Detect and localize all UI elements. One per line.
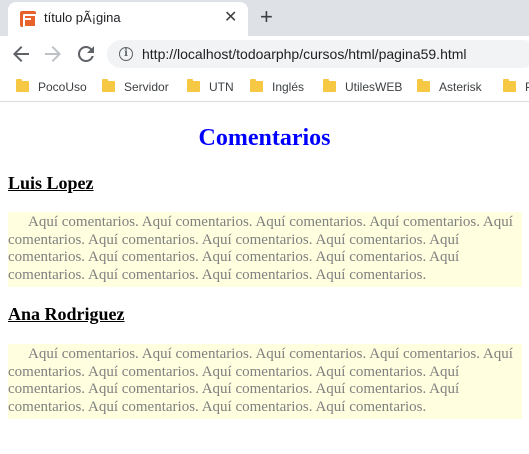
folder-icon (417, 79, 430, 92)
browser-toolbar: i http://localhost/todoarphp/cursos/html… (0, 36, 529, 72)
bookmark-servidor[interactable]: Servidor (102, 79, 169, 95)
arrow-left-icon[interactable] (9, 42, 33, 66)
reload-icon[interactable] (74, 42, 98, 66)
bookmark-label: PocoUso (38, 80, 87, 94)
bookmark-label: UtilesWEB (345, 80, 403, 94)
folder-icon (16, 79, 29, 92)
folder-icon (323, 79, 336, 92)
comment-author: Luis Lopez (8, 173, 94, 193)
page-title: Comentarios (198, 125, 331, 151)
bookmark-label: Pe (525, 80, 529, 94)
page-content: Comentarios Luis Lopez Aquí comentarios.… (0, 103, 529, 454)
browser-tab[interactable]: título pÃ¡gina ✕ (8, 2, 248, 36)
url-text[interactable]: http://localhost/todoarphp/cursos/html/p… (142, 46, 467, 62)
bookmark-utilesweb[interactable]: UtilesWEB (323, 79, 402, 95)
folder-icon (187, 79, 200, 92)
info-icon[interactable]: i (119, 47, 133, 61)
folder-icon (503, 79, 516, 92)
bookmark-pocouso[interactable]: PocoUso (16, 79, 87, 95)
bookmark-utn[interactable]: UTN (187, 79, 234, 95)
new-tab-button[interactable]: + (260, 5, 273, 29)
xampp-favicon-icon (20, 11, 37, 28)
bookmark-ingles[interactable]: Inglés (250, 79, 304, 95)
bookmark-pe[interactable]: Pe (503, 79, 529, 95)
bookmark-label: Asterisk (439, 80, 482, 94)
bookmark-label: Servidor (124, 80, 169, 94)
bookmark-asterisk[interactable]: Asterisk (417, 79, 482, 95)
bookmark-label: UTN (209, 80, 234, 94)
bookmarks-bar: PocoUso Servidor UTN Inglés UtilesWEB As… (0, 72, 529, 102)
arrow-right-icon[interactable] (41, 42, 65, 66)
comment-text: Aquí comentarios. Aquí comentarios. Aquí… (8, 344, 522, 419)
address-bar[interactable]: i http://localhost/todoarphp/cursos/html… (107, 40, 529, 68)
comment-author: Ana Rodriguez (8, 304, 125, 324)
tab-title: título pÃ¡gina (44, 10, 121, 25)
folder-icon (250, 79, 263, 92)
tab-strip: título pÃ¡gina ✕ + (0, 0, 529, 36)
bookmark-label: Inglés (272, 80, 305, 94)
close-icon[interactable]: ✕ (224, 9, 237, 27)
folder-icon (102, 79, 115, 92)
comment-text: Aquí comentarios. Aquí comentarios. Aquí… (8, 212, 522, 287)
